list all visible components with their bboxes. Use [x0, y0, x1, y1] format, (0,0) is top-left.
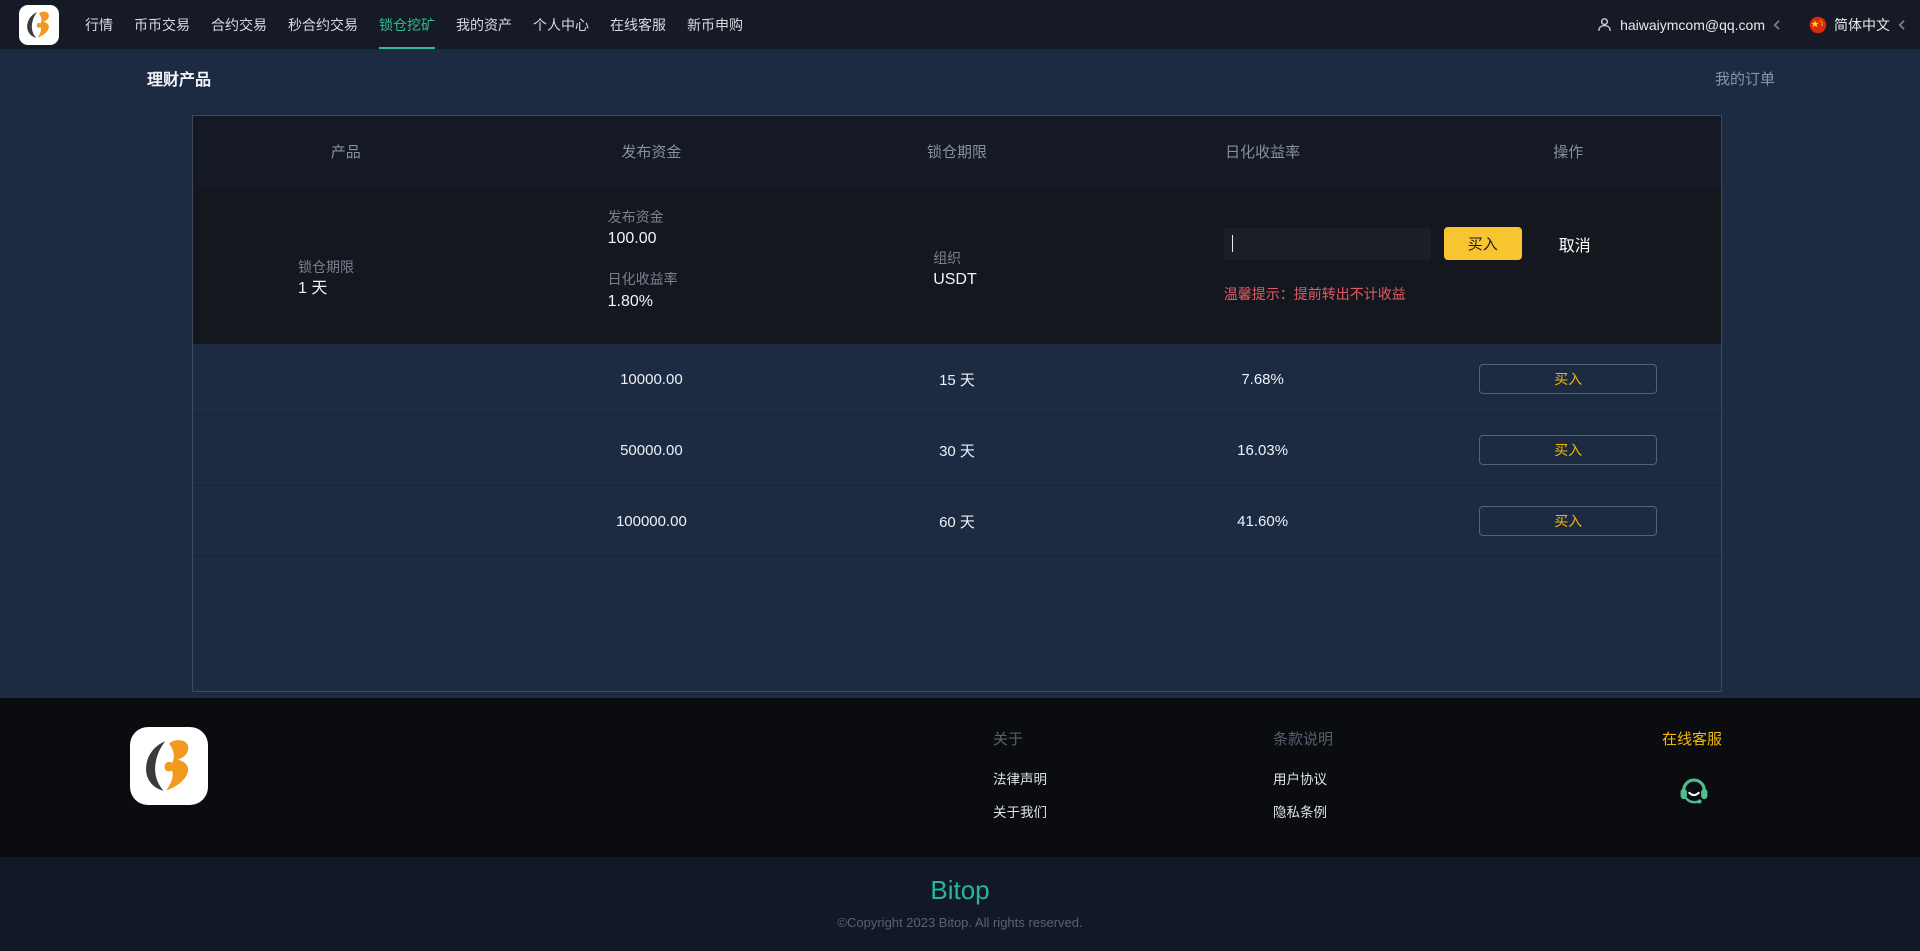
main-nav: 行情 币币交易 合约交易 秒合约交易 锁仓挖矿 我的资产 个人中心 在线客服 新…: [85, 0, 743, 49]
org-label: 组织: [933, 250, 962, 266]
expanded-product-row: 锁仓期限 1 天 发布资金 100.00 日化收益率 1.80% 组织 USDT: [193, 187, 1721, 344]
row-rate: 16.03%: [1237, 441, 1289, 459]
row-buy-button[interactable]: 买入: [1479, 364, 1658, 394]
row-period: 60 天: [939, 513, 975, 531]
nav-right: haiwaiymcom@qq.com 简体中文: [1596, 15, 1906, 35]
nav-item-second-contract[interactable]: 秒合约交易: [288, 0, 358, 49]
footer-about-title: 关于: [993, 731, 1024, 748]
nav-item-lock-mining[interactable]: 锁仓挖矿: [379, 0, 435, 49]
header-lock-period: 锁仓期限: [926, 144, 987, 161]
brand-name: Bitop: [930, 875, 990, 905]
table-row[interactable]: 50000.00 30 天 16.03% 买入: [193, 415, 1721, 486]
bitop-footer-logo-icon: [130, 727, 208, 805]
row-rate: 7.68%: [1241, 370, 1284, 388]
table-row[interactable]: 10000.00 15 天 7.68% 买入: [193, 344, 1721, 415]
early-exit-warning: 温馨提示：提前转出不计收益: [1223, 286, 1406, 302]
footer-terms-column: 条款说明 用户协议 隐私条例: [1273, 728, 1333, 834]
lock-period-value: 1 天: [298, 280, 328, 298]
row-buy-button[interactable]: 买入: [1479, 435, 1658, 465]
china-flag-icon: [1809, 16, 1827, 33]
org-value: USDT: [933, 271, 977, 289]
online-support-link[interactable]: 在线客服: [1662, 728, 1722, 749]
header-daily-rate: 日化收益率: [1225, 144, 1301, 161]
user-icon: [1598, 18, 1611, 31]
nav-item-spot-trade[interactable]: 币币交易: [134, 0, 190, 49]
footer-link-about-us[interactable]: 关于我们: [993, 801, 1047, 821]
language-label: 简体中文: [1834, 16, 1890, 33]
footer-link-user-agreement[interactable]: 用户协议: [1273, 768, 1333, 788]
products-table: 产品 发布资金 锁仓期限 日化收益率 操作 锁仓期限 1 天 发布资金 100.…: [192, 115, 1722, 692]
publish-funds-label: 发布资金: [607, 209, 664, 225]
header-product: 产品: [330, 144, 361, 161]
expanded-funds-rate: 发布资金 100.00 日化收益率 1.80%: [499, 187, 805, 344]
row-rate: 41.60%: [1237, 512, 1289, 530]
expanded-actions: 买入 取消 温馨提示：提前转出不计收益: [1110, 187, 1721, 344]
footer-link-legal[interactable]: 法律声明: [993, 768, 1047, 788]
publish-funds-value: 100.00: [607, 230, 657, 248]
page-head: 理财产品 我的订单: [147, 66, 1775, 90]
footer-about-column: 关于 法律声明 关于我们: [993, 728, 1047, 834]
nav-item-contract-trade[interactable]: 合约交易: [211, 0, 267, 49]
row-funds: 100000.00: [615, 512, 687, 530]
header-action: 操作: [1553, 144, 1584, 161]
nav-item-personal-center[interactable]: 个人中心: [533, 0, 589, 49]
page-title: 理财产品: [147, 72, 212, 89]
nav-item-my-assets[interactable]: 我的资产: [456, 0, 512, 49]
lock-period-label: 锁仓期限: [298, 259, 354, 275]
row-funds: 10000.00: [620, 370, 683, 388]
cancel-button[interactable]: 取消: [1559, 232, 1591, 256]
amount-input[interactable]: [1223, 227, 1431, 260]
table-header-row: 产品 发布资金 锁仓期限 日化收益率 操作: [193, 116, 1721, 187]
top-nav: 行情 币币交易 合约交易 秒合约交易 锁仓挖矿 我的资产 个人中心 在线客服 新…: [0, 0, 1920, 49]
language-selector[interactable]: 简体中文: [1809, 15, 1906, 35]
daily-rate-value: 1.80%: [607, 292, 653, 310]
copyright-text: ©Copyright 2023 Bitop. All rights reserv…: [837, 915, 1083, 930]
nav-item-online-support[interactable]: 在线客服: [610, 0, 666, 49]
bitop-logo-icon[interactable]: [19, 4, 59, 45]
account-email: haiwaiymcom@qq.com: [1620, 16, 1765, 33]
nav-item-new-coin[interactable]: 新币申购: [687, 0, 743, 49]
table-row[interactable]: 100000.00 60 天 41.60% 买入: [193, 486, 1721, 557]
daily-rate-label: 日化收益率: [607, 271, 678, 288]
footer-link-privacy[interactable]: 隐私条例: [1273, 801, 1333, 821]
footer-bottom: Bitop ©Copyright 2023 Bitop. All rights …: [0, 857, 1920, 951]
footer: 关于 法律声明 关于我们 条款说明 用户协议 隐私条例 在线客服: [0, 698, 1920, 857]
account-menu[interactable]: haiwaiymcom@qq.com: [1596, 16, 1781, 33]
footer-terms-title: 条款说明: [1273, 731, 1334, 748]
row-buy-button[interactable]: 买入: [1479, 506, 1658, 536]
app-window: 行情 币币交易 合约交易 秒合约交易 锁仓挖矿 我的资产 个人中心 在线客服 新…: [0, 0, 1920, 951]
expanded-org: 组织 USDT: [804, 187, 1110, 344]
chevron-left-icon: [1898, 19, 1905, 30]
row-period: 15 天: [939, 371, 975, 389]
nav-item-market[interactable]: 行情: [85, 0, 113, 49]
row-funds: 50000.00: [620, 441, 683, 459]
row-period: 30 天: [939, 442, 975, 460]
expanded-lock-period: 锁仓期限 1 天: [193, 187, 499, 344]
buy-button[interactable]: 买入: [1443, 227, 1522, 260]
text-caret: [1231, 235, 1234, 252]
footer-support: 在线客服: [1662, 728, 1722, 812]
chevron-left-icon: [1773, 19, 1780, 30]
headset-icon[interactable]: [1675, 769, 1713, 807]
header-published-funds: 发布资金: [621, 144, 682, 161]
my-orders-link[interactable]: 我的订单: [1715, 68, 1775, 89]
